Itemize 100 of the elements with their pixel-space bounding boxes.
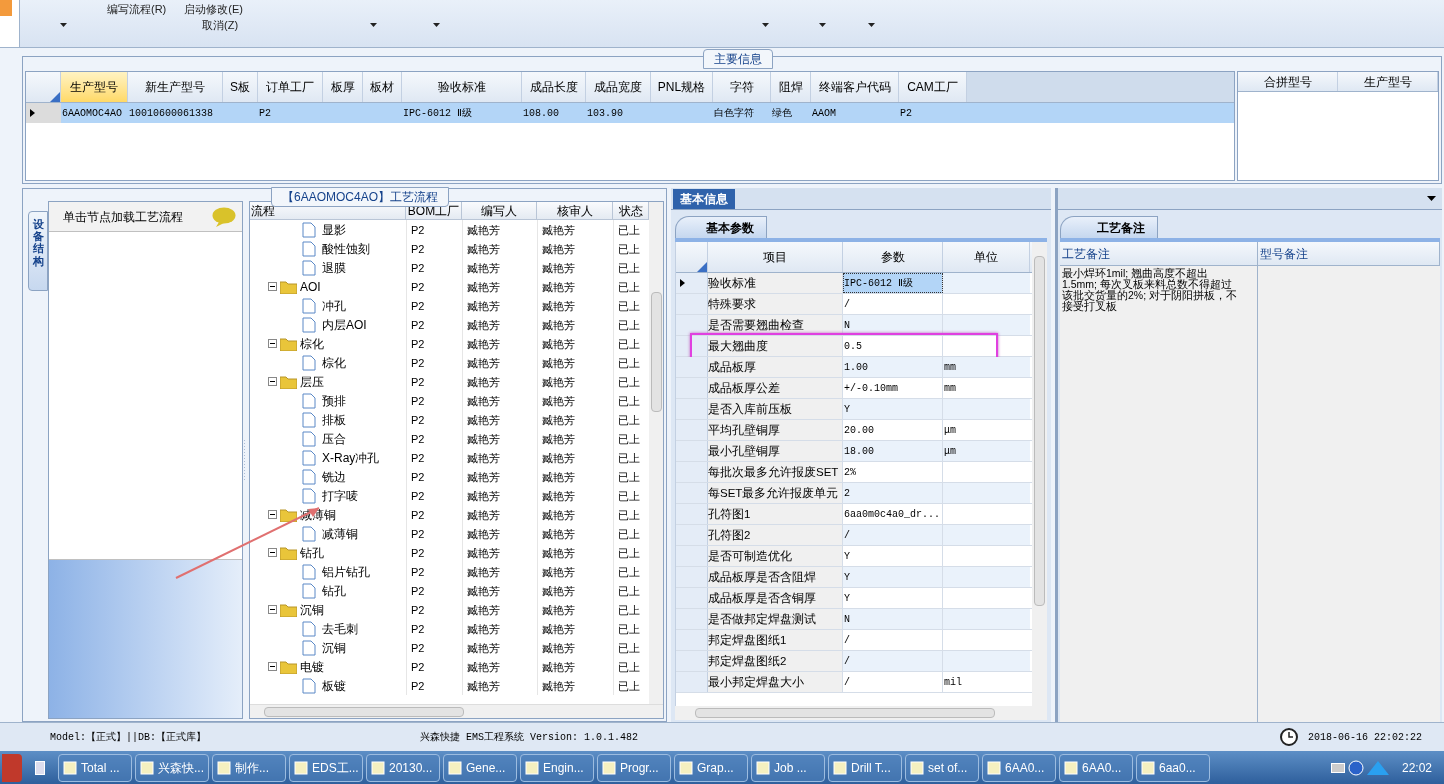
column-header[interactable]: 板材 bbox=[363, 72, 402, 103]
scrollbar[interactable] bbox=[675, 706, 1047, 721]
caret-icon[interactable] bbox=[433, 23, 441, 27]
caret-icon[interactable] bbox=[370, 23, 378, 27]
column-header[interactable]: 合拼型号 bbox=[1238, 72, 1338, 92]
tree-node[interactable]: 预排 bbox=[322, 391, 346, 410]
taskbar-button[interactable]: Engin... bbox=[520, 753, 594, 782]
column-header[interactable]: 参数 bbox=[843, 242, 943, 273]
tree-node[interactable]: 酸性蚀刻 bbox=[322, 239, 370, 258]
table-cell[interactable]: 20.00 bbox=[843, 420, 943, 441]
table-row[interactable]: 验收标准 IPC-6012 Ⅱ级 bbox=[676, 273, 1032, 295]
start-button[interactable] bbox=[2, 753, 22, 782]
tree-node[interactable]: 铝片钻孔 bbox=[322, 562, 370, 581]
tree-node[interactable]: 铣边 bbox=[322, 467, 346, 486]
taskbar-button[interactable]: Progr... bbox=[597, 753, 671, 782]
table-row[interactable]: 成品板厚是否含阻焊 Y bbox=[676, 567, 1032, 589]
table-row[interactable]: 孔符图1 6aa0m0c4a0_dr... bbox=[676, 504, 1032, 526]
dropdown-icon[interactable] bbox=[1427, 196, 1436, 202]
tree-node[interactable]: 沉铜 bbox=[322, 638, 346, 657]
column-header[interactable]: 板厚 bbox=[323, 72, 363, 103]
table-cell[interactable]: 6aa0m0c4a0_dr... bbox=[843, 504, 943, 525]
collapse-icon[interactable] bbox=[268, 662, 277, 672]
taskbar-button[interactable]: Drill T... bbox=[828, 753, 902, 782]
keyboard-icon[interactable] bbox=[1330, 762, 1345, 773]
table-cell[interactable]: / bbox=[843, 651, 943, 672]
table-row[interactable]: 邦定焊盘图纸1 / bbox=[676, 630, 1032, 652]
tree-node[interactable]: 板镀 bbox=[322, 676, 346, 695]
caret-icon[interactable] bbox=[819, 23, 827, 27]
caret-icon[interactable] bbox=[762, 23, 770, 27]
table-cell[interactable]: 2% bbox=[843, 462, 943, 483]
table-cell[interactable]: / bbox=[843, 525, 943, 546]
column-header[interactable]: 验收标准 bbox=[402, 72, 522, 103]
tree-node[interactable]: 棕化 bbox=[322, 353, 346, 372]
table-cell[interactable]: 18.00 bbox=[843, 441, 943, 462]
tree-node[interactable]: 电镀 bbox=[300, 657, 324, 676]
table-cell[interactable]: / bbox=[843, 630, 943, 651]
column-header[interactable]: 状态 bbox=[618, 202, 643, 220]
side-tab[interactable]: 设备结构 bbox=[28, 211, 48, 292]
column-header[interactable]: 字符 bbox=[713, 72, 771, 103]
table-cell[interactable]: 0.5 bbox=[843, 336, 943, 357]
table-cell[interactable]: / bbox=[843, 294, 943, 315]
taskbar-button[interactable]: Gene... bbox=[443, 753, 517, 782]
caret-icon[interactable] bbox=[868, 23, 876, 27]
taskbar-button[interactable]: 6AA0... bbox=[1059, 753, 1133, 782]
column-header[interactable]: 终端客户代码 bbox=[811, 72, 899, 103]
table-row[interactable]: 孔符图2 / bbox=[676, 525, 1032, 547]
network-icon[interactable] bbox=[1366, 760, 1389, 775]
taskbar-button[interactable]: Grap... bbox=[674, 753, 748, 782]
menu-command[interactable]: 取消(Z) bbox=[202, 16, 239, 34]
collapse-icon[interactable] bbox=[268, 548, 277, 558]
table-row[interactable]: 成品板厚公差 +/-0.10mm mm bbox=[676, 378, 1032, 400]
column-header[interactable]: 成品宽度 bbox=[586, 72, 651, 103]
table-row[interactable]: 是否需要翘曲检查 N bbox=[676, 315, 1032, 337]
caret-icon[interactable] bbox=[60, 23, 67, 27]
taskbar-button[interactable]: set of... bbox=[905, 753, 979, 782]
tree-node[interactable]: 打字唛 bbox=[322, 486, 358, 505]
table-cell[interactable]: +/-0.10mm bbox=[843, 378, 943, 399]
column-header[interactable]: 生产型号 bbox=[1338, 72, 1438, 92]
panel-tab[interactable]: 基本信息 bbox=[673, 189, 735, 210]
tree-node[interactable]: 层压 bbox=[300, 372, 324, 391]
note-text[interactable]: 最小焊环1mil; 翘曲高度不超出1.5mm; 每次叉板来料总数不得超过该批交货量的2%; 对于阴阳拼板，不接受打叉板 bbox=[1060, 266, 1239, 723]
table-cell[interactable]: N bbox=[843, 609, 943, 630]
tree-node[interactable]: 去毛刺 bbox=[322, 619, 358, 638]
tree-node[interactable]: X-Ray冲孔 bbox=[322, 448, 380, 467]
column-header[interactable]: 编写人 bbox=[481, 202, 517, 220]
table-cell[interactable]: 1.00 bbox=[843, 357, 943, 378]
tree-node[interactable]: 棕化 bbox=[300, 334, 324, 353]
taskbar-button[interactable]: EDS工... bbox=[289, 753, 363, 782]
table-row[interactable]: 成品板厚 1.00 mm bbox=[676, 357, 1032, 379]
column-header[interactable]: 成品长度 bbox=[522, 72, 586, 103]
collapse-icon[interactable] bbox=[268, 377, 277, 387]
table-row[interactable]: 6AAOMOC4AO 10010600061338 P2 IPC-6012 Ⅱ级 108.00 103.90 白色字符 绿色 AAOM P2 bbox=[26, 103, 1234, 124]
scrollbar[interactable] bbox=[649, 202, 663, 705]
table-row[interactable]: 是否可制造优化 Y bbox=[676, 546, 1032, 568]
table-row[interactable]: 邦定焊盘图纸2 / bbox=[676, 651, 1032, 673]
column-header[interactable]: PNL规格 bbox=[651, 72, 713, 103]
collapse-icon[interactable] bbox=[268, 605, 277, 615]
tree-node[interactable]: AOI bbox=[300, 277, 321, 296]
table-row[interactable]: 平均孔壁铜厚 20.00 μm bbox=[676, 420, 1032, 442]
tree-node[interactable]: 沉铜 bbox=[300, 600, 324, 619]
table-row[interactable]: 成品板厚是否含铜厚 Y bbox=[676, 588, 1032, 610]
table-row[interactable]: 特殊要求 / bbox=[676, 294, 1032, 316]
menu-command[interactable]: 启动修改(E) bbox=[184, 0, 243, 18]
column-header[interactable]: 项目 bbox=[708, 242, 843, 273]
column-header[interactable]: 单位 bbox=[943, 242, 1030, 273]
tab[interactable]: 基本参数 bbox=[675, 216, 767, 239]
table-row[interactable]: 最小孔壁铜厚 18.00 μm bbox=[676, 441, 1032, 463]
tree-node[interactable]: 冲孔 bbox=[322, 296, 346, 315]
table-cell[interactable]: / bbox=[843, 672, 943, 693]
scrollbar[interactable] bbox=[1032, 242, 1047, 707]
tab[interactable]: 工艺备注 bbox=[1060, 216, 1158, 239]
table-row[interactable]: 每批次最多允许报废SET 2% bbox=[676, 462, 1032, 484]
column-header[interactable]: 订单工厂 bbox=[258, 72, 323, 103]
scrollbar[interactable] bbox=[250, 704, 663, 719]
splitter-grip-icon[interactable] bbox=[244, 440, 248, 481]
column-header[interactable]: S板 bbox=[223, 72, 258, 103]
table-cell[interactable]: N bbox=[843, 315, 943, 336]
menu-command[interactable]: 编写流程(R) bbox=[107, 0, 167, 18]
collapse-icon[interactable] bbox=[268, 339, 277, 349]
tree-node[interactable]: 显影 bbox=[322, 220, 346, 239]
